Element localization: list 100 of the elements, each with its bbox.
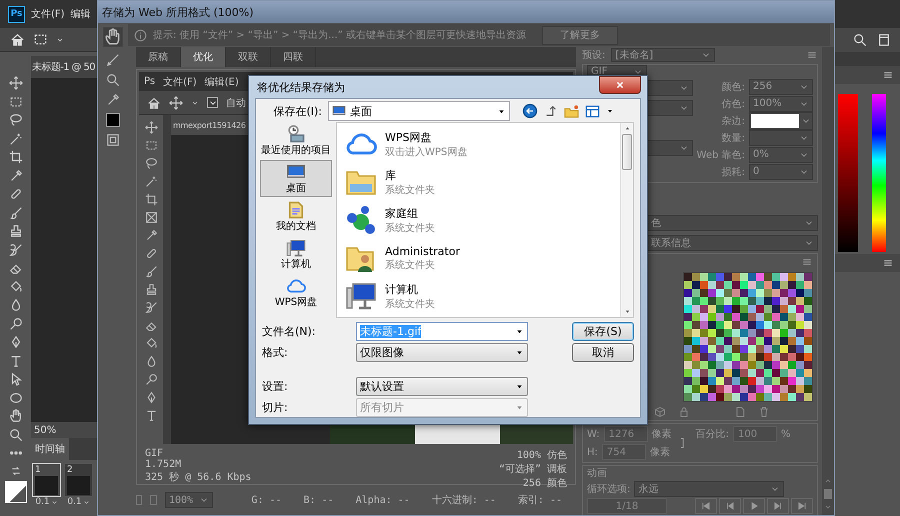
- preset-dropdown[interactable]: [未命名]: [611, 48, 716, 62]
- first-frame-button[interactable]: [695, 498, 717, 514]
- view-tab[interactable]: 优化: [181, 47, 226, 67]
- view-menu-icon[interactable]: [585, 104, 600, 118]
- file-item[interactable]: WPS网盘 双击进入WPS网盘: [345, 125, 612, 163]
- setting-dropdown[interactable]: 0: [749, 164, 813, 180]
- menu-item[interactable]: 文件(F): [163, 74, 197, 88]
- delay-dropdown[interactable]: 0.1: [32, 497, 61, 507]
- drop-icon[interactable]: [144, 355, 158, 368]
- setting-dropdown[interactable]: 100%: [749, 96, 813, 112]
- bucket-icon[interactable]: [8, 280, 22, 294]
- move-icon[interactable]: [144, 121, 158, 134]
- next-frame-button[interactable]: [767, 498, 789, 514]
- file-item[interactable]: 库 系统文件夹: [345, 163, 612, 201]
- search-icon[interactable]: [853, 33, 867, 47]
- close-button[interactable]: [599, 76, 641, 94]
- marquee-icon[interactable]: [33, 32, 48, 47]
- crop-icon[interactable]: [8, 150, 22, 164]
- eyedropper-icon[interactable]: [8, 168, 22, 182]
- move-icon[interactable]: [8, 76, 22, 90]
- place-item[interactable]: 我的文档: [260, 198, 332, 235]
- scrollbar[interactable]: [822, 47, 834, 515]
- last-frame-button[interactable]: [791, 498, 813, 514]
- setting-label: 数量:: [722, 132, 745, 144]
- play-frame-button[interactable]: [743, 498, 765, 514]
- dodge-tool-icon[interactable]: [144, 373, 158, 386]
- file-item[interactable]: 计算机 系统文件夹: [345, 277, 612, 315]
- home-icon[interactable]: [10, 32, 25, 47]
- animation-frame[interactable]: 2: [64, 463, 93, 497]
- search-icon[interactable]: [106, 73, 120, 87]
- prev-frame-button[interactable]: [719, 498, 741, 514]
- format-dropdown[interactable]: 仅限图像: [356, 343, 528, 362]
- save-button[interactable]: 保存(S): [572, 322, 634, 341]
- panel-tab[interactable]: 时间轴: [31, 438, 69, 460]
- loop-dropdown[interactable]: 永远: [634, 481, 784, 497]
- swap-colors-icon[interactable]: [10, 464, 22, 476]
- wand-icon[interactable]: [144, 175, 158, 188]
- bandage-icon[interactable]: [8, 187, 22, 201]
- document-icon[interactable]: [877, 33, 891, 47]
- next-icon: [773, 501, 783, 511]
- hand-icon[interactable]: [8, 409, 22, 423]
- scrollbar[interactable]: [620, 123, 633, 317]
- back-icon[interactable]: [522, 103, 538, 119]
- type-icon[interactable]: [144, 409, 158, 422]
- readout-text: 索引: --: [518, 494, 562, 507]
- bucket-icon[interactable]: [144, 337, 158, 350]
- hint-text: 提示: 使用 “文件” > “导出” > “导出为...” 或右键单击某个图层可更快速地导出资源: [153, 28, 526, 42]
- knife-icon[interactable]: [106, 53, 120, 67]
- view-tab[interactable]: 双联: [226, 47, 271, 67]
- zoom-dropdown[interactable]: 100%: [164, 492, 214, 508]
- new-folder-icon[interactable]: [564, 104, 579, 118]
- stamp-icon[interactable]: [144, 283, 158, 296]
- menu-item[interactable]: 文件(F): [31, 7, 65, 21]
- settings-dropdown[interactable]: 默认设置: [356, 377, 528, 396]
- menu-item[interactable]: 编辑: [70, 7, 91, 21]
- delay-dropdown[interactable]: 0.1: [64, 497, 93, 507]
- ellipse-icon[interactable]: [8, 390, 22, 404]
- field-label: 文件名(N):: [261, 324, 317, 339]
- move-icon[interactable]: [169, 96, 183, 110]
- marquee-icon[interactable]: [144, 139, 158, 152]
- app-logo: Ps: [144, 76, 156, 87]
- frame-tool-icon[interactable]: [144, 211, 158, 224]
- color-swatches[interactable]: [4, 481, 26, 503]
- up-folder-icon[interactable]: [544, 104, 558, 118]
- history-brush-icon[interactable]: [144, 301, 158, 314]
- view-tab[interactable]: 四联: [271, 47, 316, 67]
- marquee-icon[interactable]: [8, 94, 22, 108]
- new-color-icon[interactable]: [734, 406, 746, 418]
- brush-icon[interactable]: [144, 265, 158, 278]
- stamp-icon[interactable]: [8, 224, 22, 238]
- place-item[interactable]: 计算机: [260, 236, 332, 273]
- lasso-icon[interactable]: [144, 157, 158, 170]
- hand-icon[interactable]: [104, 28, 122, 46]
- brush-icon[interactable]: [8, 206, 22, 220]
- home-icon[interactable]: [147, 96, 161, 110]
- menu-item[interactable]: 编辑(E): [204, 74, 239, 88]
- location-dropdown[interactable]: 桌面: [328, 101, 510, 121]
- place-item[interactable]: 桌面: [260, 160, 332, 197]
- setting-dropdown[interactable]: 256: [749, 78, 813, 94]
- bandage-icon[interactable]: [144, 247, 158, 260]
- eyedropper-icon[interactable]: [106, 93, 120, 107]
- cancel-button[interactable]: 取消: [572, 343, 634, 362]
- eyedropper-icon[interactable]: [144, 229, 158, 242]
- search-icon[interactable]: [8, 428, 22, 442]
- animation-frame[interactable]: 1: [32, 463, 61, 497]
- document-tab[interactable]: mmexport1591426: [171, 115, 248, 135]
- place-item[interactable]: WPS网盘: [260, 274, 332, 311]
- color-swatch[interactable]: [106, 113, 120, 127]
- setting-dropdown[interactable]: 0%: [749, 146, 813, 162]
- wand-icon[interactable]: [8, 132, 22, 146]
- toggle-icon[interactable]: [106, 133, 120, 147]
- history-brush-icon[interactable]: [8, 242, 22, 256]
- lasso-icon[interactable]: [8, 113, 22, 127]
- place-item[interactable]: 最近使用的项目: [260, 122, 332, 159]
- checkbox[interactable]: [207, 97, 218, 108]
- matte-dropdown[interactable]: [749, 112, 813, 130]
- crop-icon[interactable]: [144, 193, 158, 206]
- computer-icon: [286, 238, 306, 258]
- type-icon[interactable]: [8, 354, 22, 368]
- dodge-tool-icon[interactable]: [8, 316, 22, 330]
